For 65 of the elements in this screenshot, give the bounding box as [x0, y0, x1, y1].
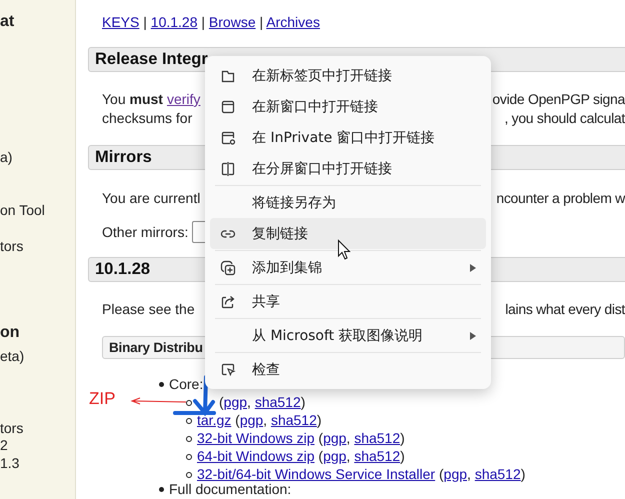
paragraph-text: checksums for: [102, 109, 192, 128]
download-item: tar.gz (pgp, sha512): [197, 412, 322, 428]
link[interactable]: tar.gz: [197, 412, 232, 428]
menu-item[interactable]: 共享: [210, 286, 486, 317]
link[interactable]: 64-bit Windows zip: [197, 448, 314, 464]
link[interactable]: sha512: [354, 430, 400, 446]
list-text: Core:: [169, 376, 204, 392]
sidebar-heading[interactable]: at: [0, 13, 75, 31]
link[interactable]: pgp: [323, 430, 346, 446]
link[interactable]: pgp: [224, 394, 248, 410]
bullet-icon: [186, 400, 192, 406]
download-item: 32-bit Windows zip (pgp, sha512): [197, 430, 405, 446]
paragraph-text: ncounter a problem w: [496, 189, 625, 208]
link[interactable]: Archives: [266, 14, 320, 30]
sidebar-item[interactable]: 2: [0, 436, 75, 454]
sidebar-item[interactable]: tors: [0, 237, 75, 255]
window-icon: [220, 98, 236, 114]
menu-item[interactable]: 将链接另存为: [210, 187, 486, 218]
link[interactable]: sha512: [254, 394, 301, 410]
link[interactable]: verify: [166, 91, 200, 107]
menu-item[interactable]: 在新窗口中打开链接: [210, 91, 486, 122]
add-collection-icon: [220, 260, 236, 276]
bullet-icon: [159, 382, 164, 387]
paragraph-text: ovide OpenPGP signa: [492, 90, 625, 109]
link[interactable]: 32-bit/64-bit Windows Service Installer: [197, 466, 436, 482]
leader-arrow: [130, 398, 186, 404]
paragraph-text: lains what every dist: [505, 300, 625, 319]
share-icon: [220, 294, 236, 310]
download-item: 64-bit Windows zip (pgp, sha512): [197, 448, 405, 464]
list-text: Full documentation:: [169, 481, 292, 497]
menu-item[interactable]: 复制链接: [210, 218, 486, 249]
inspect-icon: [220, 362, 236, 378]
paragraph-text: Please see the: [102, 300, 195, 319]
bullet-icon: [186, 472, 192, 478]
paragraph-text: You are currentl: [102, 189, 200, 208]
bullet-icon: [159, 487, 164, 492]
bullet-icon: [186, 418, 192, 424]
bullet-icon: [186, 436, 192, 442]
link[interactable]: sha512: [354, 448, 400, 464]
field-label: Other mirrors:: [102, 222, 188, 242]
sidebar-item[interactable]: tors: [0, 419, 75, 437]
link[interactable]: pgp: [444, 466, 468, 482]
link[interactable]: sha512: [270, 412, 317, 428]
sidebar-item[interactable]: a): [0, 148, 75, 166]
sidebar-item[interactable]: eta): [0, 347, 75, 365]
link[interactable]: sha512: [474, 466, 521, 482]
split-window-icon: [220, 160, 236, 176]
link[interactable]: KEYS: [102, 14, 140, 30]
download-item: (pgp, sha512): [218, 394, 306, 410]
link[interactable]: pgp: [323, 448, 346, 464]
link[interactable]: Browse: [208, 14, 256, 30]
cursor-icon: [338, 239, 351, 260]
sidebar-item[interactable]: on Tool: [0, 201, 75, 219]
paragraph-text: You must verify: [102, 90, 200, 109]
bullet-icon: [186, 454, 192, 460]
annotation-label: ZIP: [89, 389, 116, 409]
paragraph-text: , you should calculat: [504, 109, 625, 128]
link[interactable]: pgp: [240, 412, 264, 428]
private-window-icon: [220, 130, 236, 146]
nav-links: KEYS | 10.1.28 | Browse | Archives: [102, 13, 320, 32]
sidebar-heading[interactable]: on: [0, 324, 75, 342]
link[interactable]: 10.1.28: [150, 14, 198, 30]
download-item: 32-bit/64-bit Windows Service Installer (pgp, sha512): [197, 466, 526, 482]
link[interactable]: 32-bit Windows zip: [197, 430, 314, 446]
sidebar-item[interactable]: 1.3: [0, 454, 75, 472]
